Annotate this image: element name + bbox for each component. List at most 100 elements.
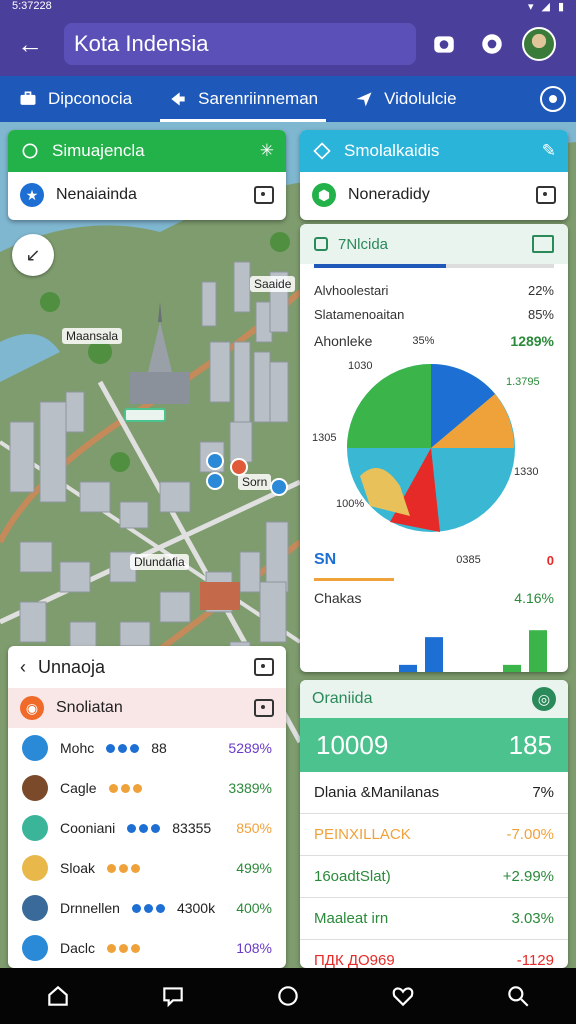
chevron-left-icon[interactable]: ‹ bbox=[20, 657, 26, 678]
target-icon[interactable]: ◎ bbox=[532, 687, 556, 711]
panel-subrow[interactable]: ★ Nenaiainda bbox=[8, 172, 286, 218]
pie-footer-right: 0 bbox=[546, 552, 554, 568]
list-item[interactable]: Sloak 499% bbox=[8, 848, 286, 888]
list-subtitle: Snoliatan bbox=[56, 699, 123, 716]
item-icon bbox=[22, 895, 48, 921]
item-name: Mohc bbox=[60, 740, 95, 756]
tab-dipconocia[interactable]: Dipconocia bbox=[10, 76, 140, 122]
tab-label: Dipconocia bbox=[48, 89, 133, 108]
pie-footer-left: SN bbox=[314, 551, 337, 568]
app-bar: ← Kota Indensia bbox=[0, 12, 576, 76]
totals-row-value: -7.00% bbox=[506, 826, 554, 843]
item-dots-label: 83355 bbox=[172, 820, 212, 836]
app-title: Kota Indensia bbox=[74, 31, 209, 56]
list-item[interactable]: Cagle 3389% bbox=[8, 768, 286, 808]
stats-header[interactable]: 7Nlcida bbox=[300, 224, 568, 264]
item-value: 499% bbox=[236, 860, 272, 876]
map-pin-blue[interactable] bbox=[206, 472, 224, 490]
tab-sarenriinneman[interactable]: Sarenriinneman bbox=[160, 76, 327, 122]
stats-row: Alvhoolestari 22% bbox=[300, 278, 568, 302]
list-item[interactable]: Daclc 108% bbox=[8, 928, 286, 968]
totals-row[interactable]: Maaleat irn 3.03% bbox=[300, 898, 568, 940]
pie-row-value: 1289% bbox=[510, 333, 554, 349]
heart-icon[interactable] bbox=[390, 983, 416, 1009]
signal-icon: ◢ bbox=[541, 0, 550, 13]
search-icon[interactable] bbox=[505, 983, 531, 1009]
list-header[interactable]: ‹ Unnaoja bbox=[8, 646, 286, 688]
camera-small-icon[interactable] bbox=[254, 658, 274, 676]
search-title-field[interactable]: Kota Indensia bbox=[64, 23, 416, 65]
totals-title: Oraniida bbox=[312, 690, 373, 707]
pie-footer-mid: 0385 bbox=[456, 554, 481, 566]
totals-row-label: PEINXILLACK bbox=[314, 826, 411, 843]
totals-row-value: -1129 bbox=[516, 952, 554, 968]
panel-header[interactable]: Simuajencla ✳ bbox=[8, 130, 286, 172]
rating-dots bbox=[108, 783, 142, 793]
list-title: Unnaoja bbox=[38, 656, 106, 677]
bar-chart[interactable]: 12323334320 bbox=[300, 615, 568, 672]
sparkle-icon[interactable]: ✳ bbox=[260, 141, 274, 161]
compass-button[interactable]: ↙ bbox=[12, 234, 54, 276]
panel-subrow[interactable]: ⬢ Noneradidy bbox=[300, 172, 568, 218]
totals-big-right: 185 bbox=[508, 729, 552, 760]
totals-header[interactable]: Oraniida ◎ bbox=[300, 680, 568, 718]
tab-label: Vidolulcie bbox=[384, 89, 457, 108]
camera-small-icon[interactable] bbox=[254, 699, 274, 717]
tab-label: Sarenriinneman bbox=[198, 89, 319, 108]
edit-icon[interactable]: ✎ bbox=[542, 141, 556, 161]
bar[interactable] bbox=[503, 664, 521, 672]
bar[interactable] bbox=[425, 637, 443, 672]
item-value: 108% bbox=[236, 940, 272, 956]
totals-row[interactable]: 16oadtSlat) +2.99% bbox=[300, 856, 568, 898]
totals-row[interactable]: ПДК ДО969 -1129 bbox=[300, 940, 568, 968]
camera-small-icon[interactable] bbox=[254, 186, 274, 204]
panel-subtitle: Nenaiainda bbox=[56, 186, 137, 203]
camera-small-icon[interactable] bbox=[536, 186, 556, 204]
totals-row[interactable]: Dlania &Manilanas 7% bbox=[300, 772, 568, 814]
item-icon bbox=[22, 775, 48, 801]
item-name: Sloak bbox=[60, 860, 96, 876]
list-subheader[interactable]: ◉ Snoliatan bbox=[8, 688, 286, 728]
totals-row[interactable]: PEINXILLACK -7.00% bbox=[300, 814, 568, 856]
navigation-icon bbox=[356, 92, 372, 107]
expand-icon[interactable] bbox=[532, 235, 554, 253]
pie-row-mid: 35% bbox=[412, 335, 435, 347]
rating-dots bbox=[107, 943, 141, 953]
panel-header[interactable]: Smolalkaidis ✎ bbox=[300, 130, 568, 172]
totals-rows: Dlania &Manilanas 7% PEINXILLACK -7.00% 16oa… bbox=[300, 772, 568, 968]
pie-chart[interactable]: 1030 1305 100% 1.3795 1330 bbox=[300, 356, 568, 548]
bar[interactable] bbox=[399, 664, 417, 672]
camera-button[interactable] bbox=[424, 24, 464, 64]
item-value: 5289% bbox=[228, 740, 272, 756]
map-pin-blue[interactable] bbox=[270, 478, 288, 496]
totals-row-label: Maaleat irn bbox=[314, 910, 389, 927]
map-label: Saaide bbox=[250, 276, 296, 292]
arrow-right-icon bbox=[171, 92, 185, 106]
message-icon[interactable] bbox=[160, 983, 186, 1009]
location-target-icon[interactable] bbox=[540, 86, 566, 112]
bar[interactable] bbox=[529, 630, 547, 672]
back-arrow-icon[interactable]: ← bbox=[10, 24, 50, 64]
list-item[interactable]: Cooniani 83355 850% bbox=[8, 808, 286, 848]
map-marker[interactable] bbox=[124, 408, 166, 422]
list-item[interactable]: Drnnellen 4300k 400% bbox=[8, 888, 286, 928]
pie-footer: SN 0385 0 bbox=[300, 548, 568, 572]
map-pin-red[interactable] bbox=[230, 458, 248, 476]
list-item[interactable]: Mohc 88 5289% bbox=[8, 728, 286, 768]
navigation-bar bbox=[0, 968, 576, 1024]
square-icon bbox=[314, 237, 328, 251]
map-pin-blue[interactable] bbox=[206, 452, 224, 470]
camera-icon bbox=[434, 36, 454, 53]
briefcase-icon bbox=[20, 91, 36, 105]
totals-row-label: Dlania &Manilanas bbox=[314, 784, 440, 801]
avatar[interactable] bbox=[522, 27, 556, 61]
settings-button[interactable] bbox=[472, 24, 512, 64]
home-icon[interactable] bbox=[45, 983, 71, 1009]
bars-value: 4.16% bbox=[514, 590, 554, 606]
tab-vidolulcie[interactable]: Vidolulcie bbox=[346, 76, 464, 122]
status-bar: 5:37228 ▾ ◢ ▮ bbox=[0, 0, 576, 13]
pie-row: Ahonleke 35% 1289% bbox=[300, 326, 568, 356]
panel-title: Smolalkaidis bbox=[344, 141, 440, 160]
totals-big-row: 10009 185 bbox=[300, 718, 568, 772]
circle-home-icon[interactable] bbox=[275, 983, 301, 1009]
